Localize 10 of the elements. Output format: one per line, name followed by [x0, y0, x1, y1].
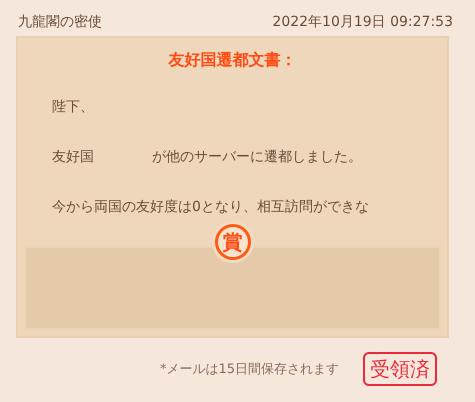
letter-text: 今から両国の友好度は0となり、相互訪問ができな — [52, 198, 369, 217]
claimed-stamp: 受領済 — [363, 352, 437, 386]
sender-name: 九龍閣の密使 — [18, 13, 102, 31]
mail-date: 2022年10月19日 09:27:53 — [272, 13, 453, 31]
retention-note: *メールは15日間保存されます — [160, 361, 339, 378]
reward-icon: 賞 — [214, 224, 250, 260]
letter-text: 陛下、 — [52, 98, 94, 117]
letter-text: が他のサーバーに遷都しました。 — [152, 148, 362, 167]
letter-title: 友好国遷都文書： — [167, 50, 298, 71]
letter-text: 友好国 — [52, 148, 94, 167]
